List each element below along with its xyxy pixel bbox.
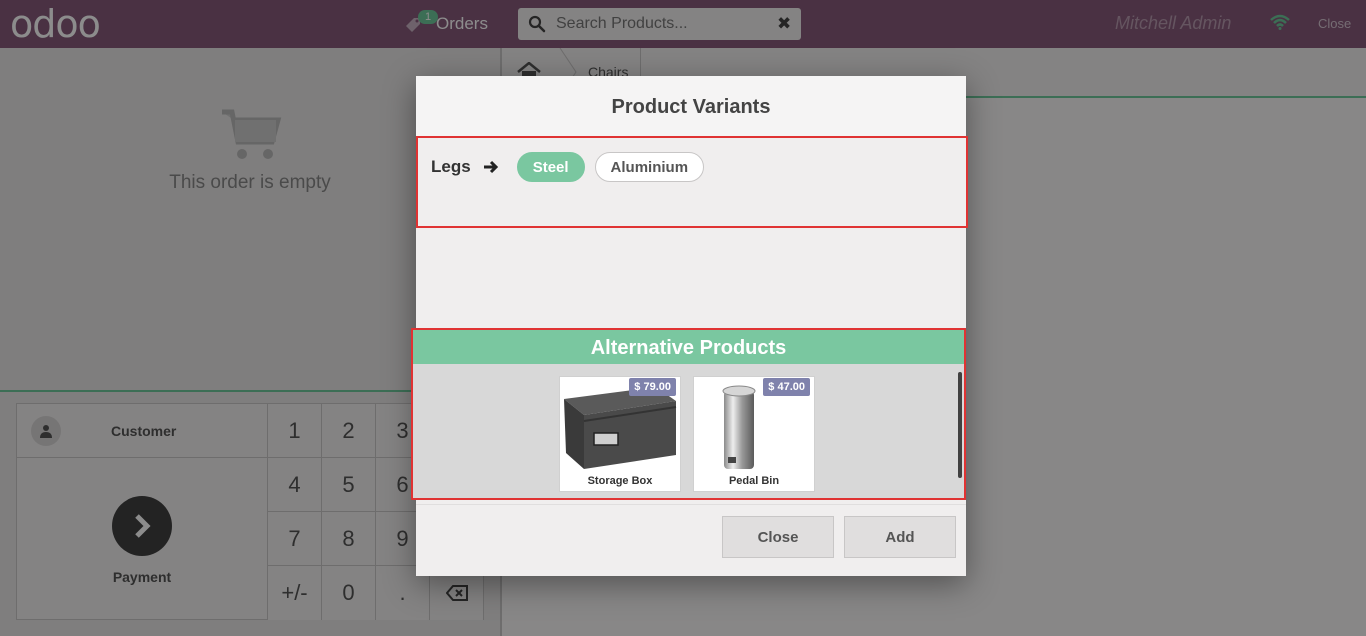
attribute-name: Legs xyxy=(431,157,471,176)
product-variants-dialog: Product Variants Legs Steel Aluminium Al… xyxy=(411,76,968,576)
alternative-products-title: Alternative Products xyxy=(413,330,964,364)
alternative-products-section: Alternative Products $ 79.00 Storage Box xyxy=(411,328,966,500)
variant-option-steel[interactable]: Steel xyxy=(516,152,585,182)
product-name: Storage Box xyxy=(587,475,653,487)
variant-option-aluminium[interactable]: Aluminium xyxy=(594,152,705,182)
arrow-right-icon xyxy=(483,160,498,174)
dialog-footer: Close Add xyxy=(416,504,966,576)
attribute-row: Legs Steel Aluminium xyxy=(431,152,714,182)
dialog-title: Product Variants xyxy=(416,76,966,136)
scrollbar[interactable] xyxy=(958,372,962,478)
add-button[interactable]: Add xyxy=(844,516,956,558)
price-tag: $ 79.00 xyxy=(629,378,676,396)
product-name: Pedal Bin xyxy=(728,475,780,487)
variant-attributes: Legs Steel Aluminium xyxy=(416,136,968,228)
close-button[interactable]: Close xyxy=(722,516,834,558)
price-tag: $ 47.00 xyxy=(763,378,810,396)
product-card-pedal-bin[interactable]: $ 47.00 Pedal Bin xyxy=(693,376,815,492)
alternative-products-list: $ 79.00 Storage Box $ 47.00 Pedal Bin xyxy=(413,364,964,498)
product-card-storage-box[interactable]: $ 79.00 Storage Box xyxy=(559,376,681,492)
